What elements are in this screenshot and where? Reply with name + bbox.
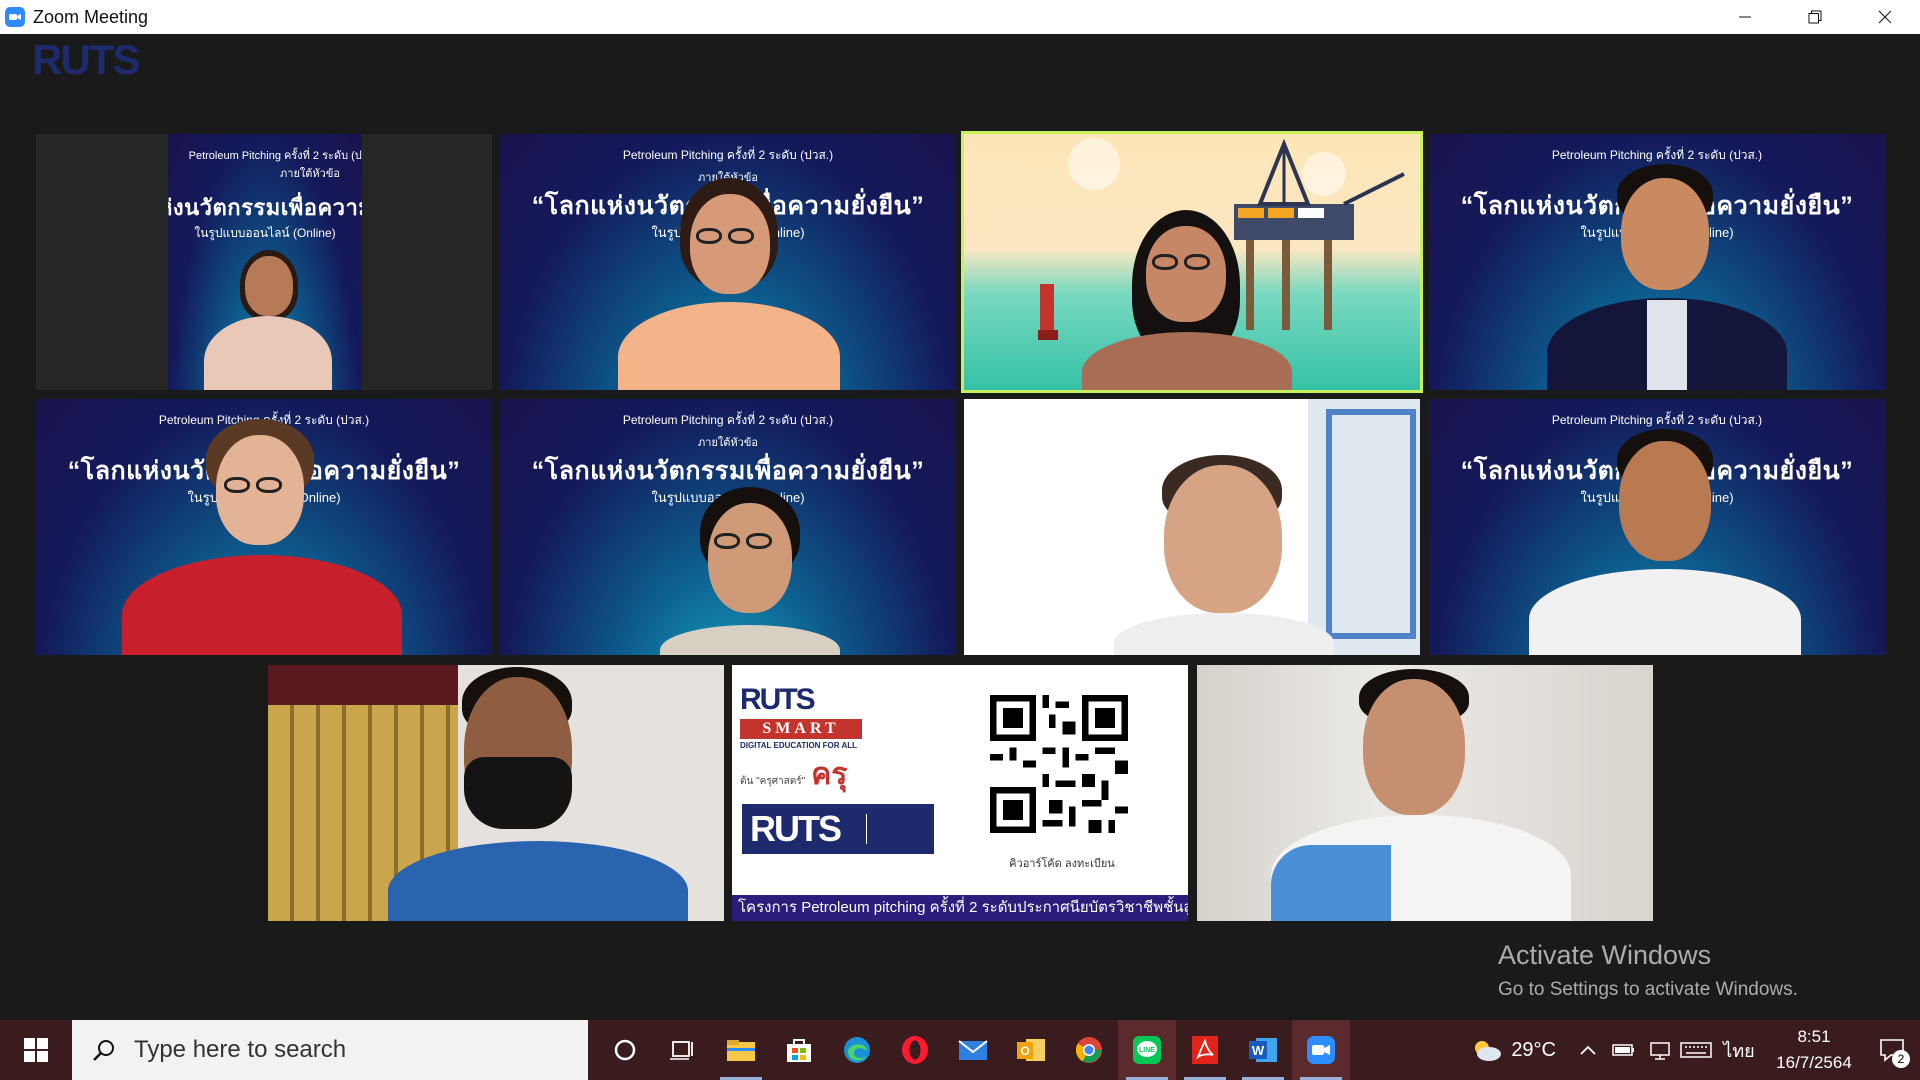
taskbar-file-explorer[interactable] xyxy=(712,1020,770,1080)
edge-icon xyxy=(844,1037,870,1063)
restore-icon xyxy=(1808,10,1822,24)
opera-icon xyxy=(902,1036,928,1064)
participant-video-tile[interactable]: Petroleum Pitching ครั้งที่ 2 ระดับ (ปวส… xyxy=(36,399,492,655)
task-view-button[interactable] xyxy=(654,1020,712,1080)
slide-smart-badge: SMART xyxy=(740,719,862,739)
store-icon xyxy=(787,1039,811,1062)
svg-text:O: O xyxy=(1020,1044,1029,1058)
slide-ruts-logo-large: RUTS xyxy=(742,804,934,854)
notification-badge: 2 xyxy=(1892,1050,1910,1068)
participant-video-tile[interactable]: Petroleum Pitching ครั้งที่ 2 ระดับ (ปวส… xyxy=(1429,399,1885,655)
search-placeholder: Type here to search xyxy=(134,1036,347,1063)
chevron-up-icon xyxy=(1580,1045,1596,1055)
participant-video-tile[interactable]: Petroleum Pitching ครั้งที่ 2 ระดับ (ปวส… xyxy=(1429,134,1885,390)
ruts-logo-text: RUTS xyxy=(32,36,140,83)
ruts-logo: RUTS xyxy=(32,36,140,83)
battery-icon xyxy=(1612,1044,1634,1056)
taskbar-search-box[interactable]: Type here to search xyxy=(72,1020,588,1080)
chrome-icon xyxy=(1075,1037,1102,1063)
network-icon xyxy=(1650,1042,1670,1060)
cortana-button[interactable] xyxy=(596,1020,654,1080)
slide-kru-text: ต้น "ครุศาสตร์" ครุ xyxy=(740,758,848,791)
slide-ruts-logo: RUTS xyxy=(740,683,816,716)
windows-logo-icon xyxy=(24,1038,48,1062)
network-button[interactable] xyxy=(1642,1020,1678,1080)
action-center-button[interactable]: 2 xyxy=(1864,1020,1920,1080)
taskbar-acrobat[interactable] xyxy=(1176,1020,1234,1080)
taskbar-clock[interactable]: 8:51 16/7/2564 xyxy=(1764,1024,1864,1076)
taskbar-edge[interactable] xyxy=(828,1020,886,1080)
activate-windows-watermark: Activate Windows Go to Settings to activ… xyxy=(1498,940,1798,1000)
participant-video-tile[interactable]: Petroleum Pitching ครั้งที่ 2 ระดับ (ปวส… xyxy=(500,399,956,655)
participant-video-tile[interactable]: Petroleum Pitching ครั้งที่ 2 ระดับ (ปวส… xyxy=(36,134,492,390)
minimize-icon xyxy=(1739,16,1751,18)
acrobat-icon xyxy=(1192,1036,1218,1064)
minimize-button[interactable] xyxy=(1710,0,1780,34)
input-language-indicator[interactable]: ไทย xyxy=(1714,1020,1764,1080)
keyboard-button[interactable] xyxy=(1678,1020,1714,1080)
svg-text:W: W xyxy=(1252,1043,1265,1058)
keyboard-icon xyxy=(1680,1042,1712,1058)
taskbar-opera[interactable] xyxy=(886,1020,944,1080)
taskbar-line[interactable]: LINE xyxy=(1118,1020,1176,1080)
taskbar-word[interactable]: W xyxy=(1234,1020,1292,1080)
windows-taskbar: Type here to search O LINE W 29°C ไทย 8:… xyxy=(0,1020,1920,1080)
taskbar-outlook[interactable]: O xyxy=(1002,1020,1060,1080)
word-icon: W xyxy=(1249,1038,1277,1062)
window-titlebar: Zoom Meeting xyxy=(0,0,1920,34)
clock-time: 8:51 xyxy=(1797,1027,1831,1046)
qr-code xyxy=(990,695,1128,833)
window-in-room xyxy=(1308,399,1420,655)
face-mask xyxy=(464,757,572,829)
file-explorer-icon xyxy=(727,1040,755,1061)
task-view-icon xyxy=(670,1041,693,1060)
participant-video-tile[interactable] xyxy=(964,399,1420,655)
qr-code-label: คิวอาร์โค้ด ลงทะเบียน xyxy=(1009,858,1115,870)
taskbar-chrome[interactable] xyxy=(1060,1020,1118,1080)
zoom-icon xyxy=(1307,1036,1335,1064)
cortana-icon xyxy=(614,1039,636,1061)
participant-video-tile[interactable] xyxy=(268,665,724,921)
taskbar-mail[interactable] xyxy=(944,1020,1002,1080)
svg-text:LINE: LINE xyxy=(1139,1047,1155,1054)
battery-button[interactable] xyxy=(1606,1020,1642,1080)
clock-date: 16/7/2564 xyxy=(1776,1053,1852,1072)
participant-video-tile[interactable]: Petroleum Pitching ครั้งที่ 2 ระดับ (ปวส… xyxy=(500,134,956,390)
restore-button[interactable] xyxy=(1780,0,1850,34)
close-button[interactable] xyxy=(1850,0,1920,34)
slide-banner: โครงการ Petroleum pitching ครั้งที่ 2 ระ… xyxy=(732,895,1188,921)
taskbar-store[interactable] xyxy=(770,1020,828,1080)
taskbar-zoom[interactable] xyxy=(1292,1020,1350,1080)
window-title: Zoom Meeting xyxy=(33,6,149,27)
search-icon xyxy=(93,1040,114,1061)
weather-temperature: 29°C xyxy=(1511,1038,1556,1061)
close-icon xyxy=(1878,10,1892,24)
mail-icon xyxy=(958,1040,988,1060)
weather-widget[interactable]: 29°C xyxy=(1469,1037,1556,1063)
partly-cloudy-icon xyxy=(1475,1041,1502,1061)
slide-digital-text: DIGITAL EDUCATION FOR ALL xyxy=(740,741,858,750)
line-icon: LINE xyxy=(1133,1036,1161,1064)
meeting-gallery-view: RUTS Petroleum Pitching ครั้งที่ 2 ระดับ… xyxy=(0,34,1920,1020)
system-tray: 29°C ไทย 8:51 16/7/2564 2 xyxy=(1469,1020,1920,1080)
start-button[interactable] xyxy=(0,1020,72,1080)
participant-video-tile[interactable] xyxy=(1197,665,1653,921)
presentation-slide-tile[interactable]: RUTS SMART DIGITAL EDUCATION FOR ALL ต้น… xyxy=(732,665,1188,921)
active-speaker-tile[interactable] xyxy=(961,131,1423,393)
zoom-app-icon xyxy=(5,7,25,27)
show-hidden-icons-button[interactable] xyxy=(1570,1020,1606,1080)
outlook-icon: O xyxy=(1017,1039,1045,1061)
